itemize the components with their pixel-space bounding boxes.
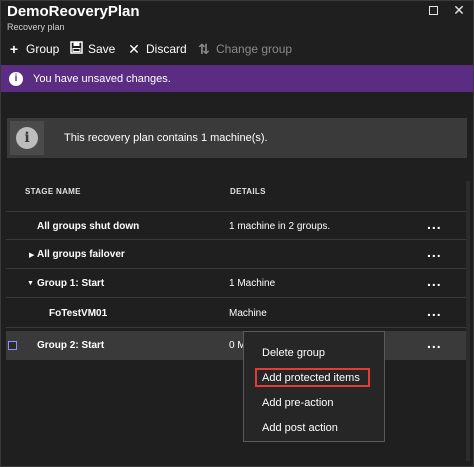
- info-box: i This recovery plan contains 1 machine(…: [7, 118, 467, 158]
- column-header-details: DETAILS: [230, 187, 266, 196]
- column-header-stage: STAGE NAME: [25, 187, 81, 196]
- title-bar: DemoReoveryPlan Recovery plan ✕: [1, 1, 473, 35]
- table-row[interactable]: All groups shut down 1 machine in 2 grou…: [6, 211, 468, 240]
- maximize-icon[interactable]: [429, 6, 438, 15]
- more-options-icon[interactable]: ...: [427, 303, 442, 319]
- info-circle-icon: i: [16, 127, 38, 149]
- page-title: DemoReoveryPlan: [7, 3, 140, 20]
- row-checkbox[interactable]: [8, 341, 17, 350]
- more-options-icon[interactable]: ...: [427, 244, 442, 260]
- table-row-selected[interactable]: Group 2: Start 0 M ...: [6, 331, 468, 360]
- context-menu: Delete group Add protected items Add pre…: [243, 331, 385, 442]
- recovery-plan-blade: DemoReoveryPlan Recovery plan ✕ + Group …: [0, 0, 474, 467]
- discard-label: Discard: [146, 42, 187, 56]
- more-options-icon[interactable]: ...: [427, 273, 442, 289]
- collapse-caret-icon[interactable]: ▼: [27, 280, 34, 287]
- more-options-icon[interactable]: ...: [427, 335, 442, 351]
- banner-text: You have unsaved changes.: [33, 72, 171, 85]
- page-subtitle: Recovery plan: [7, 22, 65, 32]
- table-row[interactable]: FoTestVM01 Machine ...: [6, 299, 468, 328]
- menu-item-add-protected-items[interactable]: Add protected items: [262, 372, 360, 384]
- discard-button[interactable]: ✕ Discard: [127, 39, 187, 59]
- menu-item-delete-group[interactable]: Delete group: [262, 347, 325, 359]
- save-button[interactable]: Save: [69, 39, 115, 59]
- command-bar: + Group Save ✕ Discard ⇅ Change group: [1, 37, 473, 61]
- stage-name: Group 1: Start: [37, 278, 105, 289]
- save-icon: [69, 41, 83, 57]
- expand-caret-icon[interactable]: ▶: [29, 251, 34, 259]
- close-icon[interactable]: ✕: [452, 2, 466, 18]
- stage-details: 1 machine in 2 groups.: [229, 221, 331, 232]
- more-options-icon[interactable]: ...: [427, 216, 442, 232]
- info-icon-box: i: [10, 121, 44, 155]
- change-group-button[interactable]: ⇅ Change group: [197, 39, 292, 59]
- x-icon: ✕: [128, 40, 140, 57]
- change-group-label: Change group: [216, 42, 293, 56]
- stage-name: All groups shut down: [37, 221, 140, 232]
- menu-item-add-post-action[interactable]: Add post action: [262, 422, 338, 434]
- info-icon: i: [9, 71, 23, 86]
- add-group-label: Group: [26, 42, 60, 56]
- stage-name: All groups failover: [37, 249, 125, 260]
- menu-item-add-pre-action[interactable]: Add pre-action: [262, 397, 334, 409]
- info-text: This recovery plan contains 1 machine(s)…: [64, 132, 268, 144]
- stage-details: 1 Machine: [229, 278, 276, 289]
- scrollbar[interactable]: [466, 181, 470, 461]
- swap-arrows-icon: ⇅: [198, 40, 210, 57]
- stage-name: FoTestVM01: [49, 308, 108, 319]
- stage-name: Group 2: Start: [37, 340, 105, 351]
- save-label: Save: [88, 42, 116, 56]
- unsaved-changes-banner: i You have unsaved changes.: [1, 65, 473, 92]
- table-row[interactable]: ▼ Group 1: Start 1 Machine ...: [6, 269, 468, 298]
- plus-icon: +: [9, 41, 19, 57]
- add-group-button[interactable]: + Group: [7, 39, 59, 59]
- table-row[interactable]: ▶ All groups failover ...: [6, 240, 468, 269]
- stage-details: Machine: [229, 308, 267, 319]
